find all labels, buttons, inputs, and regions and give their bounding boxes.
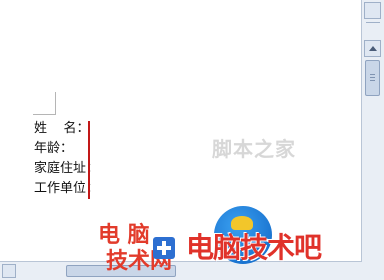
arrow-up-icon: [369, 46, 377, 51]
document-page[interactable]: 姓 名： 年龄： 家庭住址： 工作单位： 脚本之家: [0, 0, 360, 260]
page-margin-marker: [33, 92, 56, 115]
field-name-label: 姓 名：: [34, 121, 90, 136]
scrollbar-divider: [366, 22, 380, 23]
vertical-scroll-thumb[interactable]: [365, 60, 380, 96]
scroll-left-button[interactable]: [2, 264, 16, 278]
badge-watermark-text: 电脑技术吧: [186, 231, 322, 264]
split-view-button[interactable]: [364, 2, 381, 19]
scroll-up-button[interactable]: [364, 40, 381, 57]
site-watermark-text: 脚本之家: [212, 137, 296, 161]
text-cursor-bar: [88, 121, 90, 199]
plus-badge-icon: [153, 237, 175, 259]
logo-line1: 电 脑: [98, 223, 150, 248]
vertical-scrollbar[interactable]: [361, 0, 384, 280]
site-watermark: 脚本之家: [212, 133, 296, 162]
field-age-label: 年龄：: [34, 141, 74, 156]
